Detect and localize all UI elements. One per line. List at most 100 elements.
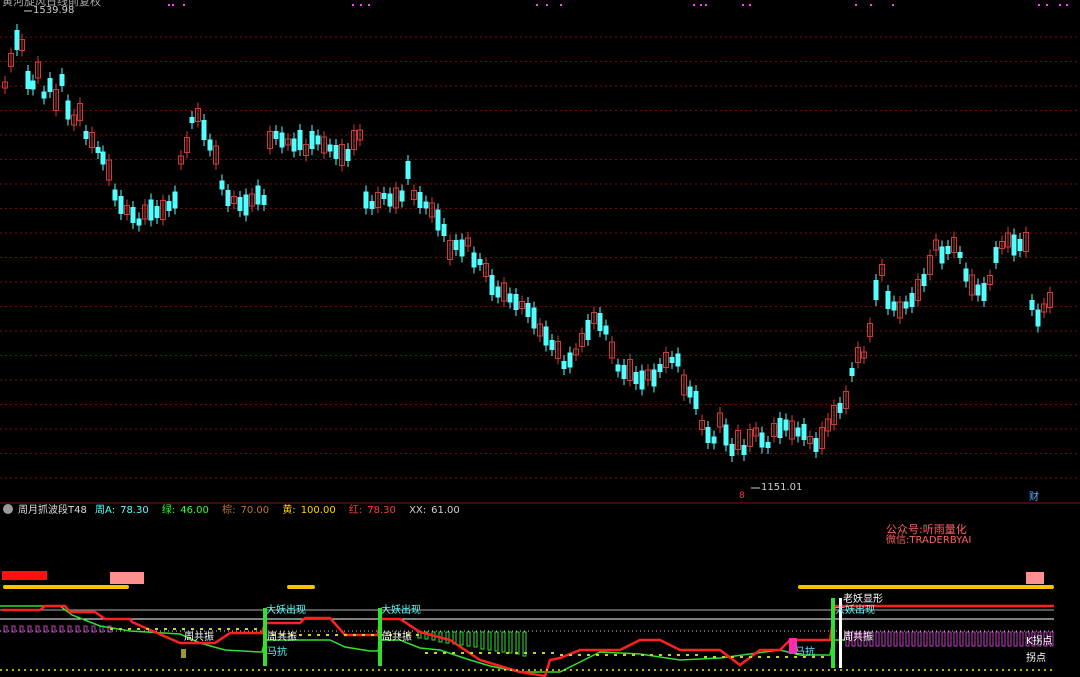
magenta-bar (983, 631, 988, 647)
candle-body-down (621, 365, 627, 379)
signal-dayao: 大妖出现 (835, 605, 875, 616)
candle-body-down (687, 386, 693, 398)
candle-body-down (225, 190, 231, 206)
candle-body-down (453, 240, 459, 250)
dot (443, 652, 446, 654)
dot (749, 656, 752, 658)
dot (119, 628, 122, 630)
signal-guaidian: 拐点 (1026, 653, 1046, 664)
top-dot (360, 4, 362, 6)
top-dot (870, 4, 872, 6)
candle-body-down (387, 193, 393, 207)
candle-body-down (507, 293, 513, 303)
candle-body-down (435, 209, 441, 231)
collapse-icon[interactable] (3, 504, 13, 514)
dot (686, 654, 689, 656)
param-yellow: 黄: 100.00 (282, 505, 336, 516)
signal-zhougongzhen: 周共振 (843, 632, 873, 643)
magenta-bar (935, 631, 940, 647)
candle-body-down (1017, 239, 1023, 251)
price-grid (0, 36, 1080, 479)
candle-body-down (639, 370, 645, 390)
candle-body-down (189, 117, 195, 123)
dot (110, 628, 113, 630)
dot (200, 628, 203, 630)
signal-mapao: 马抗 (267, 647, 287, 658)
top-dot (742, 4, 744, 6)
candle-body-down (957, 252, 963, 258)
dot (470, 652, 473, 654)
magenta-bar (35, 625, 40, 633)
candle-body-down (118, 196, 124, 214)
dot (254, 628, 257, 630)
candle-body-down (981, 283, 987, 301)
magenta-bar (43, 625, 48, 633)
top-dot (352, 4, 354, 6)
candle-body-down (561, 361, 567, 369)
magenta-bar (75, 625, 80, 633)
candle-body-down (243, 194, 249, 216)
dot (560, 654, 563, 656)
magenta-bar (1001, 631, 1006, 647)
indicator-name[interactable]: 周月抓波段T48 (18, 505, 87, 516)
dot (587, 654, 590, 656)
candle-body-down (363, 191, 369, 209)
candle-body-down (795, 427, 801, 437)
top-dot (892, 4, 894, 6)
candle-body-down (549, 340, 555, 350)
yellow-bar (798, 585, 1054, 589)
magenta-bar (27, 625, 32, 633)
param-brown: 棕: 70.00 (222, 505, 270, 516)
signal-mapao: 马抗 (795, 647, 815, 658)
magenta-bar (989, 631, 994, 647)
magenta-bar (953, 631, 958, 647)
dot (164, 628, 167, 630)
dot (461, 652, 464, 654)
signal-kdian: K拐点 (1026, 636, 1053, 647)
candle-body-down (837, 403, 843, 413)
candle-body-down (783, 419, 789, 431)
top-dot (1066, 4, 1068, 6)
dot (317, 634, 320, 636)
candle-body-down (423, 201, 429, 209)
top-dot (1046, 4, 1048, 6)
candle-body-down (255, 185, 261, 205)
dot (173, 628, 176, 630)
dot (740, 656, 743, 658)
magenta-bar (3, 625, 8, 633)
dot (524, 652, 527, 654)
signal-dayao: 大妖出现 (381, 605, 421, 616)
candle-body-down (543, 326, 549, 346)
candle-body-down (711, 436, 717, 444)
dot (308, 634, 311, 636)
candle-body-down (909, 293, 915, 307)
candle-body-down (172, 191, 178, 209)
top-dot (693, 4, 695, 6)
candle-body-down (849, 368, 855, 376)
candle-body-down (777, 418, 783, 438)
candle-body-down (59, 74, 65, 86)
dot (227, 628, 230, 630)
dot (533, 652, 536, 654)
candle-body-down (993, 247, 999, 263)
dot (551, 652, 554, 654)
green-bar (473, 631, 478, 648)
candle-body-down (291, 138, 297, 152)
dot (578, 654, 581, 656)
magenta-bar (11, 625, 16, 633)
candle-body-down (279, 132, 285, 148)
param-red: 红: 78.30 (348, 505, 396, 516)
candle-body-down (693, 391, 699, 409)
candle-body-down (345, 149, 351, 161)
candle-body-down (675, 353, 681, 367)
dot (128, 628, 131, 630)
green-bar (466, 631, 471, 647)
top-dot (1059, 4, 1061, 6)
yellow-bar (3, 585, 129, 589)
candle-body-down (327, 144, 333, 152)
candle-body-down (615, 364, 621, 372)
magenta-bar (51, 625, 56, 633)
param-xx: XX: 61.00 (409, 505, 460, 516)
dot (515, 652, 518, 654)
chart-canvas[interactable] (0, 0, 1080, 677)
